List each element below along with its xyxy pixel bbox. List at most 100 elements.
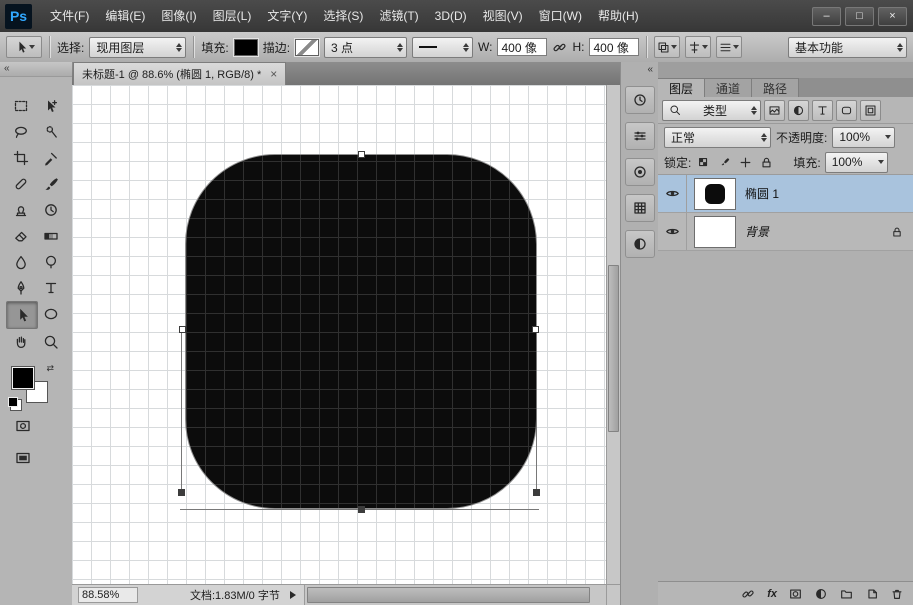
properties-panel-button[interactable] — [625, 122, 655, 150]
menu-file[interactable]: 文件(F) — [42, 0, 97, 32]
gradient-tool[interactable] — [36, 223, 66, 249]
layer-row-ellipse[interactable]: 椭圆 1 — [658, 175, 913, 213]
menu-select[interactable]: 选择(S) — [315, 0, 371, 32]
clone-stamp-tool[interactable] — [6, 197, 36, 223]
menu-type[interactable]: 文字(Y) — [259, 0, 315, 32]
tab-close-icon[interactable]: × — [270, 69, 277, 79]
delete-layer-button[interactable] — [890, 587, 904, 601]
menu-3d[interactable]: 3D(D) — [427, 0, 475, 32]
menu-layer[interactable]: 图层(L) — [205, 0, 260, 32]
menu-edit[interactable]: 编辑(E) — [97, 0, 153, 32]
quick-selection-tool[interactable] — [36, 119, 66, 145]
tab-channels[interactable]: 通道 — [705, 78, 752, 97]
ellipse-shape-tool[interactable] — [36, 301, 66, 327]
fill-color-swatch[interactable] — [234, 39, 258, 56]
rectangular-marquee-tool[interactable] — [6, 93, 36, 119]
menu-filter[interactable]: 滤镜(T) — [371, 0, 426, 32]
workspace-dropdown[interactable]: 基本功能 — [788, 37, 907, 58]
layer-name[interactable]: 背景 — [745, 223, 769, 240]
vertical-scrollbar-thumb[interactable] — [608, 265, 619, 432]
lock-position-button[interactable] — [737, 154, 754, 171]
stroke-type-dropdown[interactable] — [412, 37, 473, 58]
menu-help[interactable]: 帮助(H) — [590, 0, 647, 32]
new-adjustment-layer-button[interactable] — [814, 587, 828, 601]
lock-pixels-button[interactable] — [716, 154, 733, 171]
menu-window[interactable]: 窗口(W) — [531, 0, 590, 32]
vertical-scrollbar[interactable] — [606, 85, 620, 585]
lock-all-button[interactable] — [758, 154, 775, 171]
shape-height-input[interactable]: 400 像 — [589, 38, 639, 56]
tab-layers[interactable]: 图层 — [658, 78, 705, 97]
move-tool[interactable] — [36, 93, 66, 119]
transform-handle-bottom-left[interactable] — [178, 489, 185, 496]
foreground-color-swatch[interactable] — [12, 367, 34, 389]
dodge-tool[interactable] — [36, 249, 66, 275]
color-panel-button[interactable] — [625, 158, 655, 186]
hand-tool[interactable] — [6, 329, 36, 355]
default-colors-icon[interactable] — [8, 397, 18, 407]
path-operations-button[interactable] — [654, 36, 680, 58]
layer-thumbnail[interactable] — [694, 178, 736, 210]
stroke-color-swatch[interactable] — [295, 39, 319, 56]
pen-tool[interactable] — [6, 275, 36, 301]
path-selection-tool[interactable] — [6, 301, 38, 329]
link-layers-button[interactable] — [740, 587, 756, 601]
transform-handle-bottom-center[interactable] — [358, 506, 365, 513]
ellipse-shape-object[interactable] — [185, 154, 537, 509]
menu-image[interactable]: 图像(I) — [153, 0, 204, 32]
visibility-toggle[interactable] — [658, 175, 687, 212]
screen-mode-button[interactable] — [10, 447, 36, 469]
eyedropper-tool[interactable] — [36, 145, 66, 171]
collapse-panels-button[interactable]: « — [621, 62, 659, 78]
path-arrangement-button[interactable] — [716, 36, 742, 58]
opacity-dropdown[interactable]: 100% — [832, 127, 895, 148]
close-button[interactable]: × — [878, 7, 907, 26]
filter-smart-objects-button[interactable] — [860, 100, 881, 121]
history-panel-button[interactable] — [625, 86, 655, 114]
layer-name[interactable]: 椭圆 1 — [745, 185, 779, 202]
swap-colors-icon[interactable]: ⇄ — [46, 363, 54, 374]
collapse-tools-button[interactable]: « — [0, 62, 72, 77]
layer-style-button[interactable]: fx — [767, 588, 777, 600]
filter-type-layers-button[interactable] — [812, 100, 833, 121]
restore-button[interactable]: □ — [845, 7, 874, 26]
history-brush-tool[interactable] — [36, 197, 66, 223]
spot-healing-brush-tool[interactable] — [6, 171, 36, 197]
lasso-tool[interactable] — [6, 119, 36, 145]
horizontal-type-tool[interactable] — [36, 275, 66, 301]
tab-paths[interactable]: 路径 — [752, 78, 799, 97]
status-popup-arrow-icon[interactable] — [290, 591, 296, 599]
add-layer-mask-button[interactable] — [788, 587, 803, 601]
select-mode-dropdown[interactable]: 现用图层 — [89, 37, 186, 58]
fill-opacity-dropdown[interactable]: 100% — [825, 152, 888, 173]
tool-preset-button[interactable] — [6, 36, 42, 58]
adjustments-panel-button[interactable] — [625, 230, 655, 258]
blur-tool[interactable] — [6, 249, 36, 275]
link-dimensions-button[interactable] — [552, 40, 567, 55]
shape-width-input[interactable]: 400 像 — [497, 38, 547, 56]
swatches-panel-button[interactable] — [625, 194, 655, 222]
canvas[interactable] — [72, 85, 620, 585]
filter-pixel-layers-button[interactable] — [764, 100, 785, 121]
brush-tool[interactable] — [36, 171, 66, 197]
layer-row-background[interactable]: 背景 — [658, 213, 913, 251]
transform-handle-bottom-right[interactable] — [533, 489, 540, 496]
document-tab[interactable]: 未标题-1 @ 88.6% (椭圆 1, RGB/8) * × — [73, 62, 286, 85]
filter-adjustment-layers-button[interactable] — [788, 100, 809, 121]
zoom-tool[interactable] — [36, 329, 66, 355]
transform-handle-left-middle[interactable] — [179, 326, 186, 333]
path-alignment-button[interactable] — [685, 36, 711, 58]
stroke-width-dropdown[interactable]: 3 点 — [324, 37, 407, 58]
minimize-button[interactable]: – — [812, 7, 841, 26]
menu-view[interactable]: 视图(V) — [475, 0, 531, 32]
visibility-toggle[interactable] — [658, 213, 687, 250]
layer-thumbnail[interactable] — [694, 216, 736, 248]
layer-filter-type-dropdown[interactable]: 类型 — [662, 100, 761, 121]
eraser-tool[interactable] — [6, 223, 36, 249]
transform-handle-top-center[interactable] — [358, 151, 365, 158]
filter-shape-layers-button[interactable] — [836, 100, 857, 121]
new-group-button[interactable] — [839, 587, 854, 601]
quick-mask-button[interactable] — [10, 415, 36, 437]
lock-transparency-button[interactable] — [695, 154, 712, 171]
horizontal-scrollbar-thumb[interactable] — [307, 587, 590, 603]
